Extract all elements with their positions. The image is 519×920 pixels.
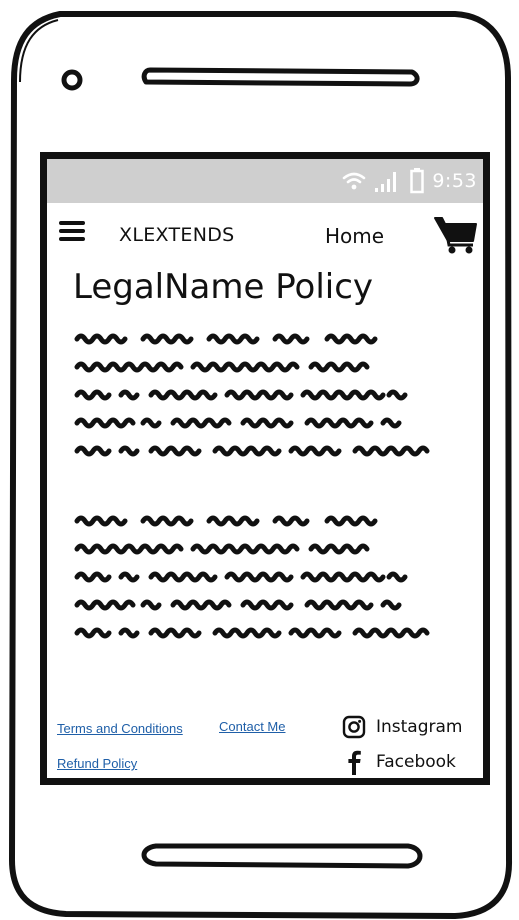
instagram-link[interactable]: Instagram [342, 715, 463, 739]
phone-mockup: 9:53 XLEXTENDS Home LegalName Policy Ter… [0, 0, 519, 920]
cart-icon[interactable] [433, 215, 479, 255]
navbar: XLEXTENDS Home [47, 211, 483, 261]
contact-link[interactable]: Contact Me [219, 719, 285, 734]
page-title: LegalName Policy [73, 267, 374, 307]
speaker-slot [141, 67, 420, 87]
wifi-icon [343, 172, 366, 190]
refund-link[interactable]: Refund Policy [57, 756, 137, 771]
signal-icon [375, 172, 397, 192]
camera-icon [61, 69, 83, 91]
terms-link[interactable]: Terms and Conditions [57, 721, 183, 736]
phone-screen: 9:53 XLEXTENDS Home LegalName Policy Ter… [40, 152, 490, 785]
nav-home-link[interactable]: Home [325, 224, 384, 248]
home-bar [141, 843, 423, 869]
brand-name[interactable]: XLEXTENDS [119, 224, 235, 246]
instagram-icon [342, 715, 366, 739]
policy-paragraph-2 [71, 509, 481, 649]
hamburger-icon[interactable] [59, 221, 87, 245]
status-bar: 9:53 [47, 159, 483, 203]
policy-paragraph-1 [71, 327, 481, 467]
battery-icon [410, 168, 425, 194]
scribble-text-block [74, 333, 430, 457]
facebook-label: Facebook [376, 752, 456, 772]
facebook-link[interactable]: Facebook [342, 749, 456, 775]
instagram-label: Instagram [376, 717, 463, 737]
footer: Terms and Conditions Contact Me Refund P… [47, 704, 483, 778]
scribble-text-block [74, 515, 430, 639]
status-time: 9:53 [432, 170, 477, 192]
facebook-icon [348, 750, 361, 775]
status-icons: 9:53 [342, 167, 477, 195]
